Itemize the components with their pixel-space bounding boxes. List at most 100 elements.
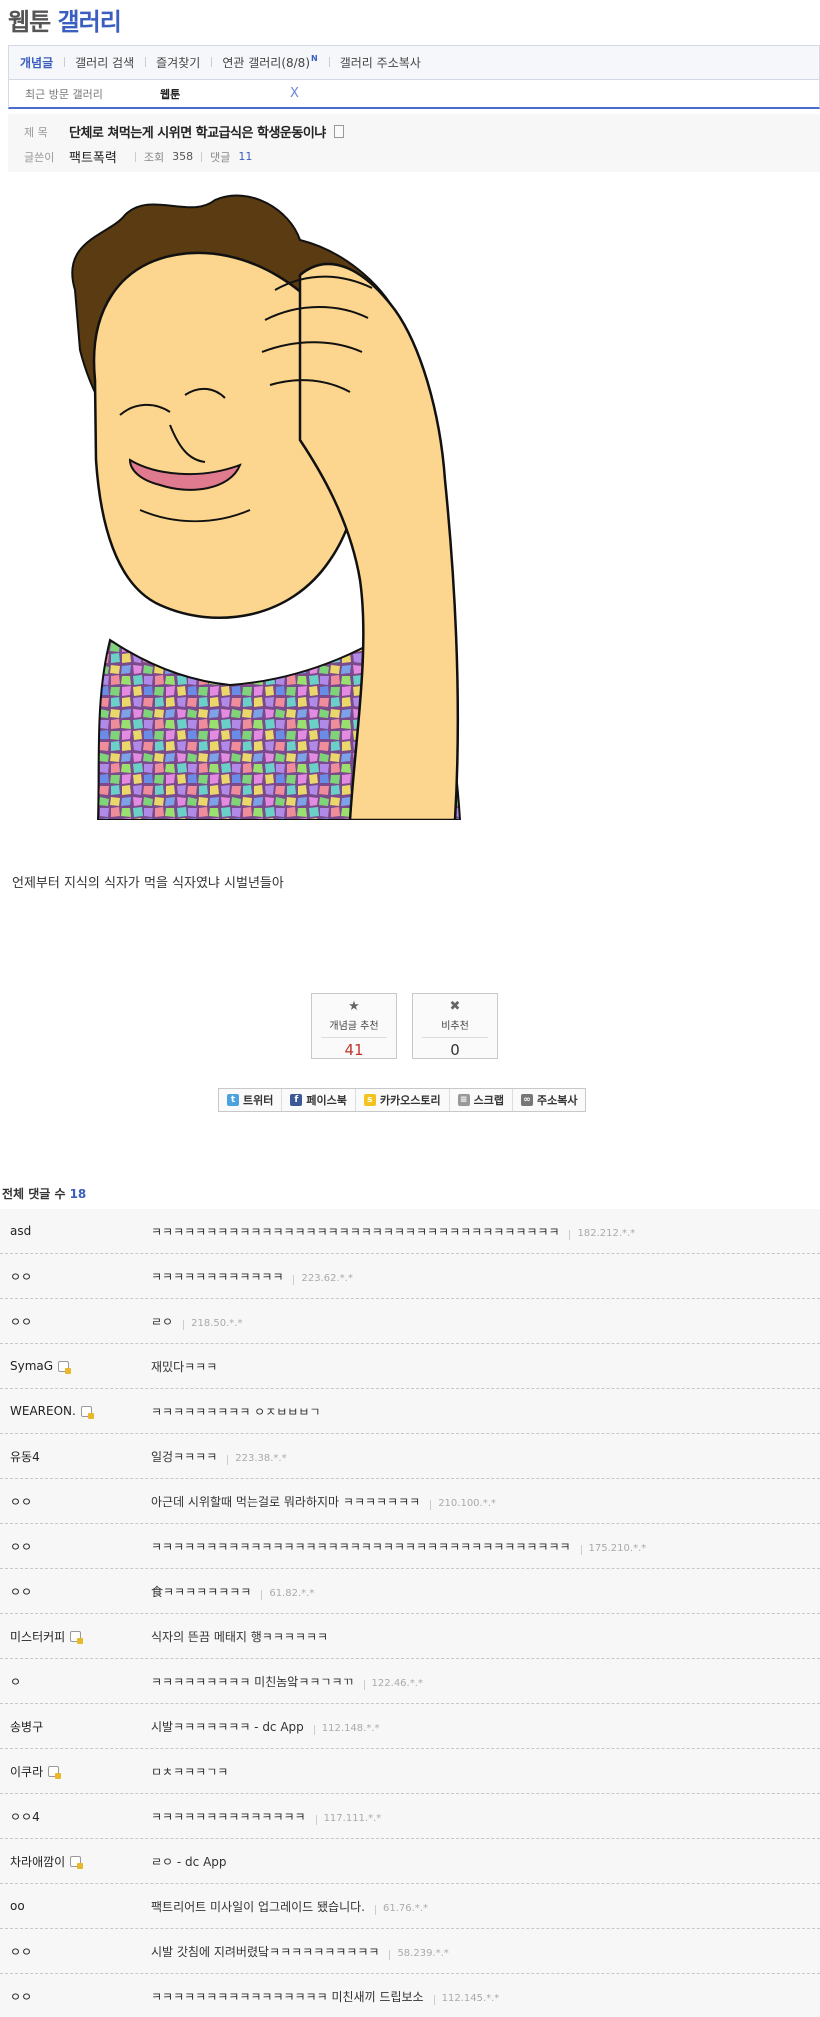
comment-author[interactable]: asd — [0, 1224, 151, 1238]
upvote-button[interactable]: ★ 개념글 추천 41 — [311, 993, 397, 1059]
upvote-count: 41 — [344, 1041, 364, 1059]
comment-author-name: ㅇㅇ — [10, 1584, 33, 1599]
comment-author[interactable]: ㅇㅇ — [0, 1313, 151, 1330]
comment-text: ㅋㅋㅋㅋㅋㅋㅋㅋㅋㅋㅋㅋㅋㅋ — [151, 1809, 306, 1824]
kakaostory-icon: s — [363, 1094, 376, 1106]
downvote-label: 비추천 — [441, 1021, 469, 1032]
comment-list: asd ㅋㅋㅋㅋㅋㅋㅋㅋㅋㅋㅋㅋㅋㅋㅋㅋㅋㅋㅋㅋㅋㅋㅋㅋㅋㅋㅋㅋㅋㅋㅋㅋㅋㅋㅋㅋㅋ… — [0, 1209, 820, 2017]
comment-text: 시발ㅋㅋㅋㅋㅋㅋㅋ - dc App — [151, 1719, 304, 1734]
comment-author-name: 유동4 — [10, 1449, 40, 1464]
comment-row: oo 팩트리어트 미사일이 업그레이드 됐습니다. 61.76.*.* — [0, 1884, 820, 1929]
comment-text: ㄹㅇ — [151, 1314, 174, 1329]
twitter-icon: t — [227, 1094, 239, 1106]
post-author[interactable]: 팩트폭력 — [69, 147, 117, 166]
recent-gallery-link[interactable]: 웹툰 — [160, 86, 290, 102]
downvote-count: 0 — [450, 1041, 460, 1059]
comment-count-header: 전체 댓글 수 18 — [2, 1185, 86, 1202]
comment-body: ㅋㅋㅋㅋㅋㅋㅋㅋㅋㅋㅋㅋㅋㅋ 117.111.*.* — [151, 1808, 381, 1825]
comment-author[interactable]: 유동4 — [0, 1448, 151, 1465]
comment-text: 팩트리어트 미사일이 업그레이드 됐습니다. — [151, 1899, 365, 1914]
share-copy-address-button[interactable]: ∞ 주소복사 — [511, 1089, 585, 1111]
comment-body: 팩트리어트 미사일이 업그레이드 됐습니다. 61.76.*.* — [151, 1898, 428, 1915]
comment-row: ㅇ ㅋㅋㅋㅋㅋㅋㅋㅋㅋ 미친놈앜ㅋㅋㄱㅋㄲ 122.46.*.* — [0, 1659, 820, 1704]
comment-author[interactable]: 송병구 — [0, 1718, 151, 1735]
comment-ip: 182.212.*.* — [569, 1228, 635, 1239]
comment-author-name: ㅇㅇ — [10, 1269, 33, 1284]
comment-body: ㅋㅋㅋㅋㅋㅋㅋㅋㅋ 미친놈앜ㅋㅋㄱㅋㄲ 122.46.*.* — [151, 1673, 423, 1690]
member-badge-icon — [48, 1765, 62, 1779]
comment-row: 이쿠라 ㅁㅊㅋㅋㅋㄱㅋ — [0, 1749, 820, 1794]
comment-author[interactable]: ㅇㅇ — [0, 1943, 151, 1960]
comment-row: WEAREON. ㅋㅋㅋㅋㅋㅋㅋㅋㅋ ㅇㅈㅂㅂㅂㄱ — [0, 1389, 820, 1434]
share-kakaostory-button[interactable]: s 카카오스토리 — [354, 1089, 449, 1111]
facebook-icon: f — [290, 1094, 303, 1106]
nav-best-posts[interactable]: 개념글 — [9, 54, 64, 71]
gallery-title-part1: 웹툰 — [8, 8, 51, 36]
gallery-title-part2: 갤러리 — [57, 8, 122, 36]
comment-ip: 223.38.*.* — [227, 1453, 286, 1464]
comment-body: 재밌다ㅋㅋㅋ — [151, 1358, 217, 1375]
comment-author[interactable]: ㅇㅇ — [0, 1538, 151, 1555]
nav-favorites[interactable]: 즐겨찾기 — [145, 54, 211, 71]
comment-ip: 58.239.*.* — [389, 1948, 448, 1959]
comment-ip: 223.62.*.* — [293, 1273, 352, 1284]
comment-row: ㅇㅇ ㄹㅇ 218.50.*.* — [0, 1299, 820, 1344]
comment-row: SymaG 재밌다ㅋㅋㅋ — [0, 1344, 820, 1389]
share-scrap-button[interactable]: ≡ 스크랩 — [448, 1089, 512, 1111]
comment-text: 食ㅋㅋㅋㅋㅋㅋㅋㅋ — [151, 1584, 252, 1599]
comment-text: ㄹㅇ - dc App — [151, 1854, 227, 1869]
x-icon: ✖ — [449, 999, 461, 1014]
comment-row: ㅇㅇ4 ㅋㅋㅋㅋㅋㅋㅋㅋㅋㅋㅋㅋㅋㅋ 117.111.*.* — [0, 1794, 820, 1839]
comment-author[interactable]: 이쿠라 — [0, 1763, 151, 1780]
comment-author-name: 미스터커피 — [10, 1629, 66, 1644]
comment-author[interactable]: ㅇㅇ — [0, 1583, 151, 1600]
comment-author-name: ㅇㅇ — [10, 1944, 33, 1959]
author-label: 글쓴이 — [24, 150, 55, 164]
close-icon[interactable]: X — [290, 86, 299, 101]
comment-author[interactable]: 미스터커피 — [0, 1628, 151, 1645]
gallery-title[interactable]: 웹툰 갤러리 — [8, 4, 122, 40]
comment-author-name: asd — [10, 1224, 32, 1238]
comment-author[interactable]: ㅇ — [0, 1673, 151, 1690]
comment-count-value: 18 — [69, 1187, 87, 1201]
comment-author[interactable]: ㅇㅇ — [0, 1988, 151, 2005]
comment-body: ㅁㅊㅋㅋㅋㄱㅋ — [151, 1763, 228, 1780]
gallery-nav: 개념글 갤러리 검색 즐겨찾기 연관 갤러리(8/8)N 갤러리 주소복사 — [8, 45, 820, 79]
share-facebook-button[interactable]: f 페이스북 — [281, 1089, 354, 1111]
comment-body: 食ㅋㅋㅋㅋㅋㅋㅋㅋ 61.82.*.* — [151, 1583, 314, 1600]
comment-author[interactable]: WEAREON. — [0, 1404, 151, 1419]
comment-author[interactable]: ㅇㅇ4 — [0, 1808, 151, 1825]
comment-body: ㅋㅋㅋㅋㅋㅋㅋㅋㅋㅋㅋㅋㅋㅋㅋㅋㅋㅋㅋㅋㅋㅋㅋㅋㅋㅋㅋㅋㅋㅋㅋㅋㅋㅋㅋㅋㅋㅋ 17… — [151, 1538, 646, 1555]
comment-body: 시발ㅋㅋㅋㅋㅋㅋㅋ - dc App 112.148.*.* — [151, 1718, 380, 1735]
comment-row: 유동4 일겅ㅋㅋㅋㅋ 223.38.*.* — [0, 1434, 820, 1479]
downvote-button[interactable]: ✖ 비추천 0 — [412, 993, 498, 1059]
nav-related-galleries[interactable]: 연관 갤러리(8/8)N — [211, 54, 328, 71]
comment-body: ㅋㅋㅋㅋㅋㅋㅋㅋㅋㅋㅋㅋ 223.62.*.* — [151, 1268, 353, 1285]
scrap-icon: ≡ — [457, 1094, 470, 1106]
share-twitter-button[interactable]: t 트위터 — [219, 1089, 281, 1111]
member-badge-icon — [80, 1405, 94, 1419]
comment-author-name: SymaG — [10, 1359, 54, 1373]
comment-author[interactable]: 차라애깜이 — [0, 1853, 151, 1870]
comment-body: ㅋㅋㅋㅋㅋㅋㅋㅋㅋ ㅇㅈㅂㅂㅂㄱ — [151, 1403, 320, 1420]
comment-author[interactable]: ㅇㅇ — [0, 1493, 151, 1510]
comment-row: ㅇㅇ ㅋㅋㅋㅋㅋㅋㅋㅋㅋㅋㅋㅋ 223.62.*.* — [0, 1254, 820, 1299]
comment-text: ㅋㅋㅋㅋㅋㅋㅋㅋㅋㅋㅋㅋ — [151, 1269, 284, 1284]
nav-gallery-search[interactable]: 갤러리 검색 — [64, 54, 145, 71]
comment-author-name: 이쿠라 — [10, 1764, 44, 1779]
title-label: 제 목 — [24, 125, 48, 139]
nav-copy-address[interactable]: 갤러리 주소복사 — [328, 54, 432, 71]
comment-body: 식자의 뜬끔 메태지 행ㅋㅋㅋㅋㅋㅋ — [151, 1628, 328, 1645]
comment-author[interactable]: ㅇㅇ — [0, 1268, 151, 1285]
comment-ip: 210.100.*.* — [430, 1498, 496, 1509]
comment-author[interactable]: SymaG — [0, 1359, 151, 1374]
comment-ip: 122.46.*.* — [364, 1678, 423, 1689]
post-title: 단체로 쳐먹는게 시위면 학교급식은 학생운동이냐 — [69, 126, 326, 141]
recent-galleries-bar: 최근 방문 갤러리 웹툰 X — [8, 79, 820, 109]
comment-author[interactable]: oo — [0, 1899, 151, 1913]
comment-ip: 112.148.*.* — [314, 1723, 380, 1734]
comment-row: ㅇㅇ 시발 갓침에 지려버렸닼ㅋㅋㅋㅋㅋㅋㅋㅋㅋㅋ 58.239.*.* — [0, 1929, 820, 1974]
comment-row: ㅇㅇ ㅋㅋㅋㅋㅋㅋㅋㅋㅋㅋㅋㅋㅋㅋㅋㅋㅋㅋㅋㅋㅋㅋㅋㅋㅋㅋㅋㅋㅋㅋㅋㅋㅋㅋㅋㅋㅋㅋ… — [0, 1524, 820, 1569]
comment-ip: 117.111.*.* — [316, 1813, 382, 1824]
page: 웹툰 갤러리 개념글 갤러리 검색 즐겨찾기 연관 갤러리(8/8)N 갤러리 … — [0, 0, 820, 2017]
